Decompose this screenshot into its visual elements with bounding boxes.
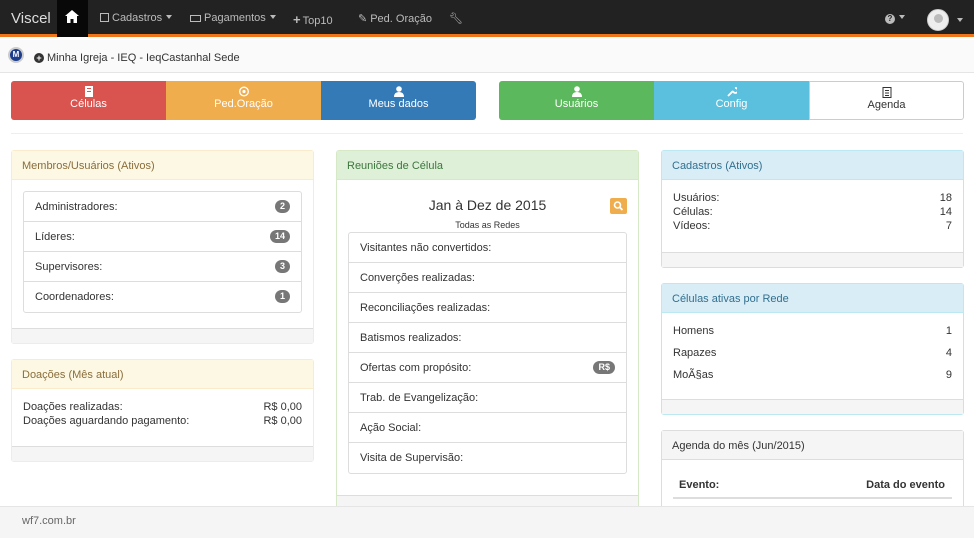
list-icon [100, 13, 109, 22]
table-divider [673, 497, 952, 499]
help-menu[interactable]: ? [885, 12, 905, 24]
list-item: Visitantes não convertidos: [349, 233, 626, 263]
nav-cadastros[interactable]: Cadastros [100, 12, 173, 24]
stat-row: Usuários: 18 [673, 192, 952, 204]
list-item: Batismos realizados: [349, 323, 626, 353]
help-icon: ? [885, 14, 895, 24]
tile-celulas[interactable]: Células [11, 81, 166, 120]
network-label: Todas as Redes [455, 220, 520, 230]
tile-config[interactable]: Config [654, 81, 809, 120]
user-icon [393, 86, 404, 97]
stat-row: Vídeos: 7 [673, 220, 952, 232]
list-item: Trab. de Evangelização: [349, 383, 626, 413]
panel-footer [662, 252, 963, 267]
list-item: Visita de Supervisão: [360, 452, 464, 464]
panel-title: Membros/Usuários (Ativos) [12, 151, 313, 180]
panel-footer [12, 446, 313, 461]
chevron-down-icon[interactable] [957, 18, 963, 22]
list-item: Administradores: 2 [24, 192, 301, 222]
count-badge: 1 [274, 290, 290, 303]
stat-row: MoÃ§as 9 [673, 369, 952, 381]
chevron-down-icon [899, 15, 905, 19]
tile-agenda[interactable]: Agenda [809, 81, 964, 120]
donation-row: Doações realizadas: R$ 0,00 [23, 401, 302, 413]
list-icon [882, 87, 891, 98]
panel-title: Agenda do mês (Jun/2015) [662, 431, 963, 460]
pushpin-icon: ✎ [358, 13, 368, 25]
home-icon [65, 10, 79, 23]
wrench-icon [726, 87, 737, 97]
church-bar: M + Minha Igreja - IEQ - IeqCastanhal Sed… [0, 40, 974, 73]
church-logo: M [8, 47, 24, 63]
plus-circle-icon: + [34, 53, 44, 63]
panel-reunioes: Reuniões de Célula Jan à Dez de 2015 Tod… [336, 150, 639, 521]
currency-badge: R$ [593, 361, 615, 374]
wrench-icon: 🔧︎ [449, 13, 463, 25]
period-title: Jan à Dez de 2015 [428, 197, 547, 213]
list-item: Ação Social: [349, 413, 626, 443]
list-item: Supervisores: 3 [24, 252, 301, 282]
column-header-date: Data do evento [866, 479, 945, 491]
stat-row: Rapazes 4 [673, 347, 952, 359]
footer-link[interactable]: wf7.com.br [22, 515, 76, 527]
membros-list: Administradores: 2 Líderes: 14 Supervisore… [23, 191, 302, 313]
home-button[interactable] [57, 0, 88, 37]
panel-title: Células ativas por Rede [662, 284, 963, 313]
stat-row: Homens 1 [673, 325, 952, 337]
donation-row: Doações aguardando pagamento: R$ 0,00 [23, 415, 302, 427]
count-badge: 3 [274, 260, 290, 273]
panel-cadastros: Cadastros (Ativos) Usuários: 18 Células: 1… [661, 150, 964, 268]
nav-pagamentos[interactable]: Pagamentos [190, 12, 276, 24]
tile-ped-oracao[interactable]: Ped.Oração [166, 81, 321, 120]
plus-icon: + [293, 12, 301, 27]
count-badge: 14 [269, 230, 290, 243]
stat-row: Células: 14 [673, 206, 952, 218]
brand-link[interactable]: Viscel [11, 10, 51, 27]
target-icon [238, 86, 249, 97]
tile-usuarios[interactable]: Usuários [499, 81, 654, 120]
list-item: Ofertas com propósito: R$ [349, 353, 626, 383]
nav-top10[interactable]: + Top10 [293, 12, 333, 27]
panel-footer [12, 328, 313, 343]
church-selector[interactable]: + Minha Igreja - IEQ - IeqCastanhal Sede [34, 52, 240, 64]
list-item: Reconciliações realizadas: [349, 293, 626, 323]
list-item: Líderes: 14 [24, 222, 301, 252]
top-navbar: Viscel Cadastros Pagamentos + Top10 ✎ Ped.… [0, 0, 974, 37]
panel-title: Cadastros (Ativos) [662, 151, 963, 180]
list-item: Converções realizadas: [349, 263, 626, 293]
panel-doacoes: Doações (Mês atual) Doações realizadas: R… [11, 359, 314, 462]
column-header-event: Evento: [679, 479, 720, 491]
list-item: Coordenadores: 1 [24, 282, 301, 312]
divider [11, 133, 963, 134]
tile-meus-dados[interactable]: Meus dados [321, 81, 476, 120]
panel-membros: Membros/Usuários (Ativos) Administradore… [11, 150, 314, 344]
money-icon [190, 15, 201, 22]
count-badge: 2 [274, 200, 290, 213]
panel-footer [662, 399, 963, 414]
panel-title: Doações (Mês atual) [12, 360, 313, 389]
panel-celulas-rede: Células ativas por Rede Homens 1 Rapazes 4… [661, 283, 964, 415]
book-icon [84, 86, 93, 97]
page-footer: wf7.com.br [0, 506, 974, 538]
reunioes-list: Visitantes não convertidos: Converções r… [348, 232, 627, 474]
chevron-down-icon [269, 15, 276, 19]
chevron-down-icon [166, 15, 173, 19]
user-icon [571, 86, 582, 97]
search-icon [613, 201, 624, 211]
panel-title: Reuniões de Célula [337, 151, 638, 180]
nav-ped-oracao[interactable]: ✎ Ped. Oração [358, 12, 432, 25]
wrench-menu[interactable]: 🔧︎ [449, 12, 463, 25]
search-button[interactable] [610, 198, 627, 214]
user-avatar[interactable] [927, 9, 949, 31]
